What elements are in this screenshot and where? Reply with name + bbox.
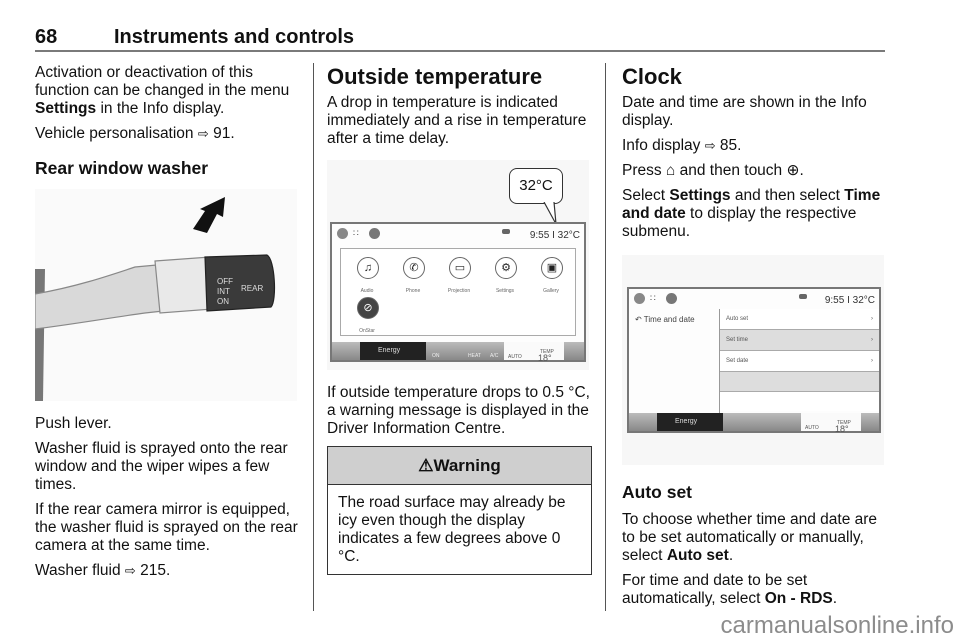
media-icon: [666, 293, 677, 304]
svg-text:REAR: REAR: [241, 284, 263, 293]
app-grid: ♫ Audio ✆ Phone ▭ Projection ⚙ Settings …: [340, 248, 576, 336]
middle-column: Outside temperature A drop in temperatur…: [327, 64, 592, 575]
section-heading: Outside temperature: [327, 64, 543, 89]
body-text: If the rear camera mirror is equipped, t…: [35, 501, 298, 554]
warning-box: ⚠Warning The road surface may already be…: [327, 446, 592, 575]
chevron-right-icon: ›: [871, 358, 873, 364]
temperature-panel: AUTO TEMP 18°: [801, 413, 861, 434]
intro-paragraph: Activation or deactivation of this funct…: [35, 64, 290, 117]
climate-bar: Energy ON HEAT A/C AUTO TEMP 18°: [332, 342, 584, 363]
back-button[interactable]: ↶ Time and date: [635, 311, 695, 329]
cross-reference[interactable]: Washer fluid ⇨ 215.: [35, 562, 305, 580]
cross-reference[interactable]: Vehicle personalisation ⇨ 91.: [35, 125, 305, 143]
temperature-value: 18°: [835, 424, 849, 434]
body-text: For time and date to be set automaticall…: [622, 572, 838, 607]
temperature-panel: AUTO TEMP 18°: [504, 342, 564, 363]
right-column: Clock Date and time are shown in the Inf…: [622, 64, 890, 615]
info-display-screen: ∷ 9:55 I 32°C ↶ Time and date Auto set › …: [627, 287, 881, 434]
cross-reference[interactable]: Info display ⇨ 85.: [622, 137, 890, 155]
chevron-right-icon: ›: [871, 316, 873, 322]
onstar-app-icon[interactable]: ⊘: [357, 297, 379, 319]
wiper-lever-illustration: OFF INT ON REAR: [34, 189, 297, 401]
svg-text:ON: ON: [217, 297, 229, 306]
body-text: If outside temperature drops to 0.5 °C, …: [327, 384, 590, 437]
watermark: carmanualsonline.info: [720, 612, 954, 639]
instruction-text: Press ⌂ and then touch ⊕.: [622, 162, 804, 179]
column-divider: [313, 63, 314, 611]
home-icon: ⌂: [665, 162, 676, 179]
warning-icon: ⚠: [418, 456, 434, 475]
warning-header: ⚠Warning: [328, 447, 591, 485]
clock-temperature-readout: 9:55 I 32°C: [529, 230, 580, 241]
svg-text:OFF: OFF: [217, 277, 233, 286]
menu-item-empty: [720, 372, 879, 392]
instruction-text: Select Settings and then select Time and…: [622, 187, 881, 240]
column-divider: [605, 63, 606, 611]
temperature-callout: 32°C: [509, 168, 563, 204]
menu-item-empty: [720, 392, 879, 411]
chevron-right-icon: ›: [871, 337, 873, 343]
svg-text:INT: INT: [217, 287, 230, 296]
settings-app-icon[interactable]: ⚙: [495, 257, 517, 279]
phone-app-icon[interactable]: ✆: [403, 257, 425, 279]
arrow-ref-icon: ⇨: [124, 563, 136, 578]
lever-icon: OFF INT ON REAR: [34, 197, 276, 401]
arrow-ref-icon: ⇨: [704, 138, 716, 153]
media-icon: [369, 228, 380, 239]
time-and-date-illustration: ∷ 9:55 I 32°C ↶ Time and date Auto set › …: [622, 255, 884, 465]
temperature-value: 18°: [538, 353, 552, 363]
status-bar: ∷ 9:55 I 32°C: [629, 289, 879, 309]
instruction-text: Push lever.: [35, 415, 112, 432]
home-icon: [634, 293, 645, 304]
energy-button[interactable]: Energy: [360, 342, 426, 360]
apps-icon: ∷: [650, 293, 656, 303]
body-text: Date and time are shown in the Info disp…: [622, 94, 867, 129]
chapter-title: Instruments and controls: [114, 26, 355, 48]
back-icon: ↶: [635, 315, 644, 324]
warning-body: The road surface may already be icy even…: [338, 494, 566, 565]
left-column: Activation or deactivation of this funct…: [34, 64, 305, 587]
home-icon: [337, 228, 348, 239]
menu-item-auto-set[interactable]: Auto set ›: [720, 309, 879, 330]
menu-item-set-date[interactable]: Set date ›: [720, 351, 879, 372]
signal-icon: [799, 294, 807, 299]
apps-icon: ⊕: [786, 162, 800, 179]
page-number: 68: [35, 26, 58, 48]
climate-bar: Energy AUTO TEMP 18°: [629, 413, 879, 434]
body-text: Washer fluid is sprayed onto the rear wi…: [35, 440, 288, 493]
page-header: 68 Instruments and controls: [35, 26, 885, 52]
audio-app-icon[interactable]: ♫: [357, 257, 379, 279]
gallery-app-icon[interactable]: ▣: [541, 257, 563, 279]
arrow-ref-icon: ⇨: [197, 126, 209, 141]
info-display-screen: ∷ 9:55 I 32°C ♫ Audio ✆ Phone ▭ Projecti…: [330, 222, 586, 363]
info-display-illustration: 32°C ∷ 9:55 I 32°C ♫ Audio ✆ Phone ▭ Pro…: [327, 160, 589, 370]
menu-item-set-time[interactable]: Set time ›: [720, 330, 879, 351]
settings-menu-list: Auto set › Set time › Set date ›: [719, 309, 879, 413]
body-text: A drop in temperature is indicated immed…: [327, 94, 587, 147]
body-text: To choose whether time and date are to b…: [622, 511, 878, 564]
signal-icon: [502, 229, 510, 234]
section-heading: Clock: [622, 64, 682, 89]
section-heading: Rear window washer: [35, 158, 209, 178]
projection-app-icon[interactable]: ▭: [449, 257, 471, 279]
status-bar: ∷ 9:55 I 32°C: [332, 224, 584, 244]
energy-button[interactable]: Energy: [657, 413, 723, 431]
clock-temperature-readout: 9:55 I 32°C: [824, 295, 875, 306]
subsection-heading: Auto set: [622, 482, 692, 502]
apps-icon: ∷: [353, 228, 359, 238]
